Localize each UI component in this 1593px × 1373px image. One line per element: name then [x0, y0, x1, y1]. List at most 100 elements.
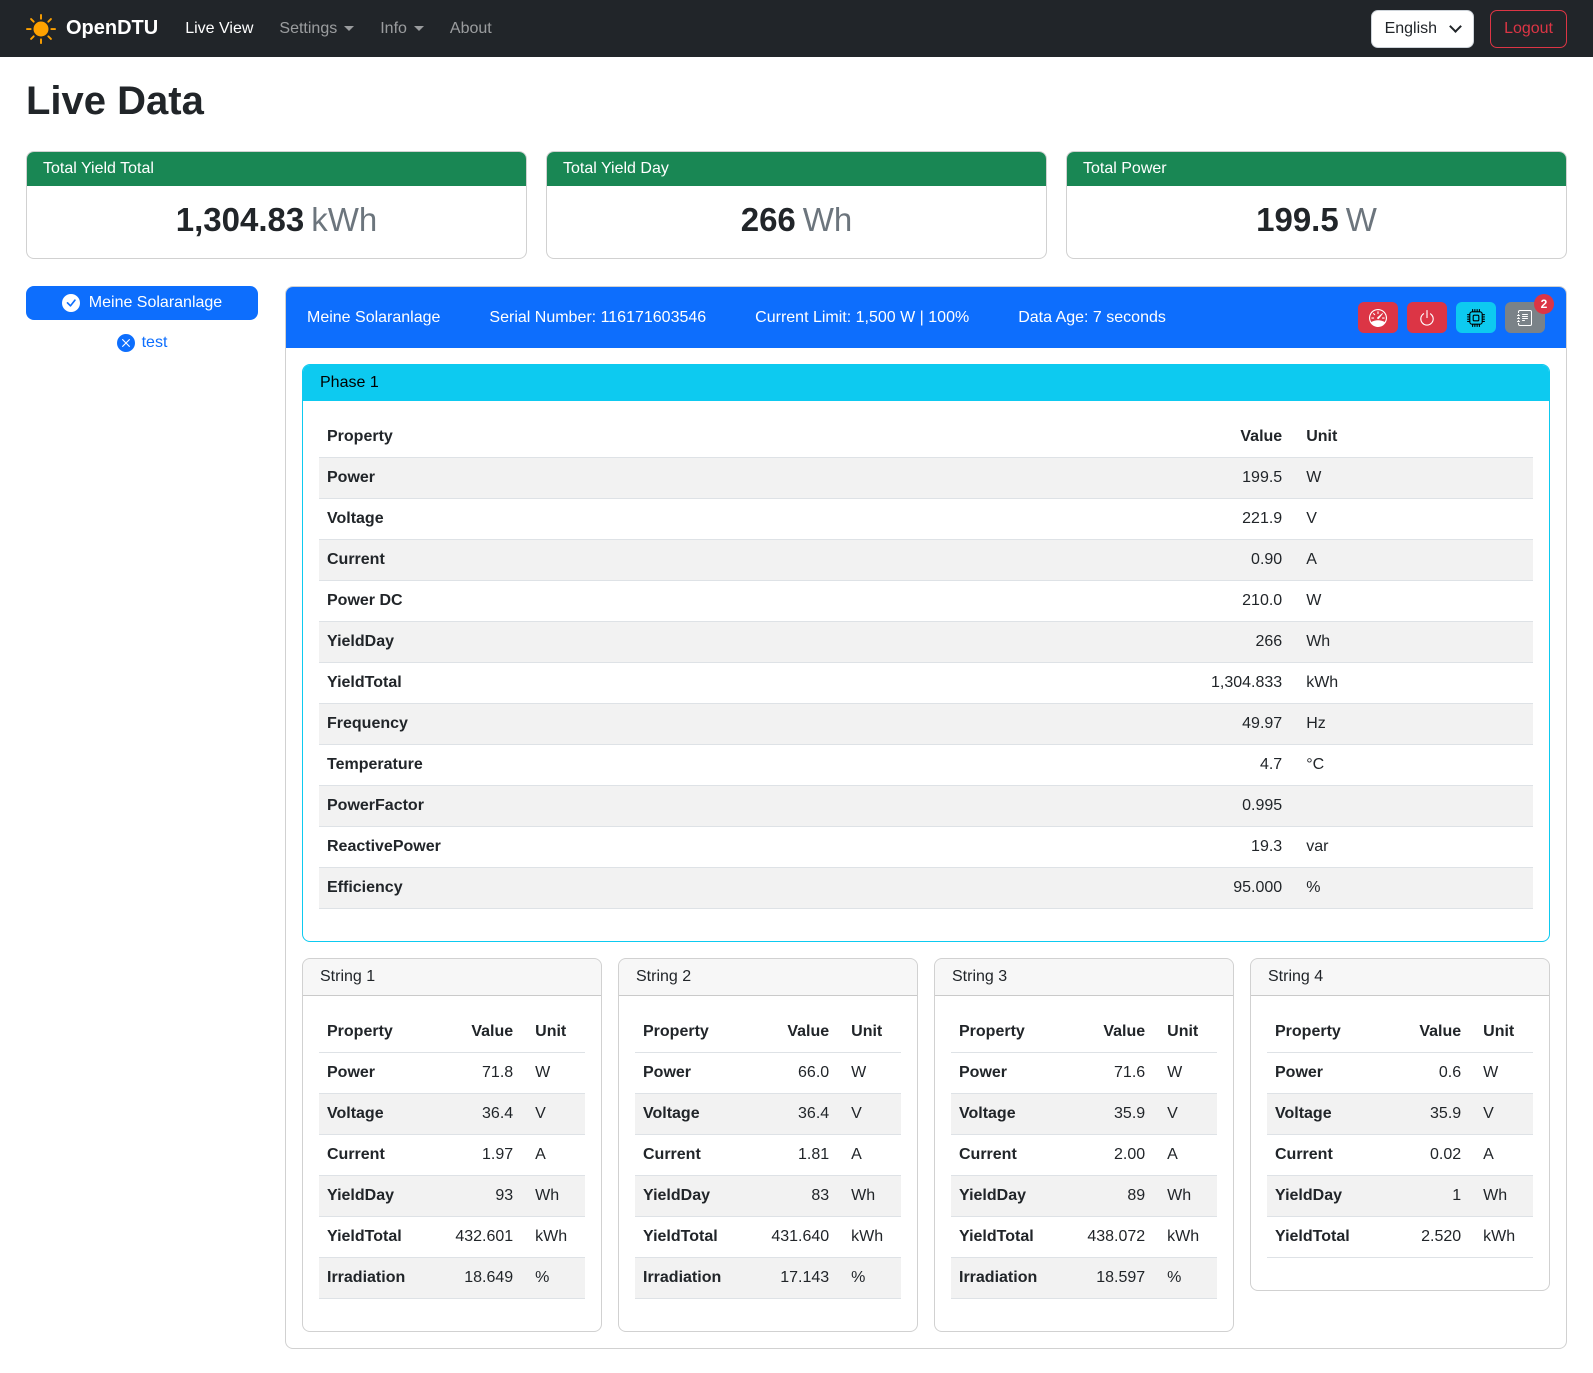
table-header-row: Property Value Unit	[635, 1012, 901, 1053]
table-header-row: Property Value Unit	[951, 1012, 1217, 1053]
table-row: Current 1.97 A	[319, 1135, 585, 1176]
row-property: Irradiation	[635, 1258, 757, 1299]
limit-settings-button[interactable]	[1358, 302, 1398, 333]
table-row: Voltage 36.4 V	[319, 1094, 585, 1135]
table-row: Frequency 49.97 Hz	[319, 704, 1533, 745]
row-unit: V	[1290, 499, 1533, 540]
row-value: 17.143	[757, 1258, 837, 1299]
row-unit: Wh	[1290, 622, 1533, 663]
row-property: Voltage	[319, 499, 1096, 540]
power-button[interactable]	[1407, 302, 1447, 333]
nav-info[interactable]: Info	[367, 12, 437, 46]
summary-unit: kWh	[311, 201, 377, 238]
phase-table: Property Value Unit Power 199.5 W Voltag…	[319, 417, 1533, 909]
row-unit: V	[1153, 1094, 1217, 1135]
logout-button[interactable]: Logout	[1490, 10, 1567, 48]
row-value: 71.8	[441, 1053, 521, 1094]
device-info-button[interactable]	[1456, 302, 1496, 333]
row-unit: kWh	[1153, 1217, 1217, 1258]
language-value: English	[1385, 20, 1437, 38]
string-card: String 1 Property Value Unit Power 71.8 …	[302, 958, 602, 1332]
string-card-title: String 2	[619, 959, 917, 996]
string-table-body: Power 71.8 W Voltage 36.4 V Current 1.97…	[319, 1053, 585, 1299]
table-row: Power DC 210.0 W	[319, 581, 1533, 622]
col-value: Value	[1389, 1012, 1469, 1053]
col-property: Property	[635, 1012, 757, 1053]
table-row: Power 71.6 W	[951, 1053, 1217, 1094]
table-row: YieldDay 93 Wh	[319, 1176, 585, 1217]
row-value: 221.9	[1096, 499, 1290, 540]
col-property: Property	[319, 417, 1096, 458]
navbar-right: English Logout	[1371, 10, 1567, 48]
summary-card-title: Total Yield Total	[27, 152, 526, 186]
row-property: Current	[319, 540, 1096, 581]
string-table-body: Power 66.0 W Voltage 36.4 V Current 1.81…	[635, 1053, 901, 1299]
row-value: 0.995	[1096, 786, 1290, 827]
col-unit: Unit	[837, 1012, 901, 1053]
table-header-row: Property Value Unit	[319, 417, 1533, 458]
row-unit: W	[1290, 458, 1533, 499]
table-row: Current 1.81 A	[635, 1135, 901, 1176]
inverter-name: Meine Solaranlage	[307, 309, 440, 327]
string-card-body: Property Value Unit Power 0.6 W Voltage …	[1251, 996, 1549, 1290]
row-unit: W	[1153, 1053, 1217, 1094]
string-table: Property Value Unit Power 66.0 W Voltage…	[635, 1012, 901, 1299]
row-property: YieldDay	[1267, 1176, 1389, 1217]
row-value: 89	[1073, 1176, 1153, 1217]
table-header-row: Property Value Unit	[1267, 1012, 1533, 1053]
brand[interactable]: OpenDTU	[26, 14, 158, 44]
row-unit: V	[521, 1094, 585, 1135]
table-row: YieldDay 89 Wh	[951, 1176, 1217, 1217]
col-property: Property	[1267, 1012, 1389, 1053]
row-value: 0.02	[1389, 1135, 1469, 1176]
row-unit: A	[1153, 1135, 1217, 1176]
row-value: 1,304.833	[1096, 663, 1290, 704]
nav-about[interactable]: About	[437, 12, 505, 46]
row-property: Current	[951, 1135, 1073, 1176]
event-log-button[interactable]: 2	[1505, 302, 1545, 333]
row-value: 1.81	[757, 1135, 837, 1176]
nav-settings[interactable]: Settings	[266, 12, 367, 46]
sidebar-item-label: Meine Solaranlage	[89, 294, 222, 312]
row-unit: Hz	[1290, 704, 1533, 745]
row-property: Current	[635, 1135, 757, 1176]
summary-value: 199.5	[1256, 201, 1339, 238]
col-value: Value	[1073, 1012, 1153, 1053]
row-value: 0.90	[1096, 540, 1290, 581]
row-property: Power DC	[319, 581, 1096, 622]
row-value: 438.072	[1073, 1217, 1153, 1258]
brand-label: OpenDTU	[66, 17, 158, 40]
sun-icon	[26, 14, 56, 44]
row-unit: W	[1290, 581, 1533, 622]
string-table-body: Power 71.6 W Voltage 35.9 V Current 2.00…	[951, 1053, 1217, 1299]
nav-live-view[interactable]: Live View	[172, 12, 266, 46]
summary-card: Total Power 199.5W	[1066, 151, 1567, 259]
row-value: 18.597	[1073, 1258, 1153, 1299]
row-unit: A	[1290, 540, 1533, 581]
row-value: 2.520	[1389, 1217, 1469, 1258]
table-row: Voltage 36.4 V	[635, 1094, 901, 1135]
string-table-body: Power 0.6 W Voltage 35.9 V Current 0.02 …	[1267, 1053, 1533, 1258]
row-value: 432.601	[441, 1217, 521, 1258]
language-select[interactable]: English	[1371, 10, 1474, 48]
row-property: Voltage	[635, 1094, 757, 1135]
col-unit: Unit	[521, 1012, 585, 1053]
row-value: 93	[441, 1176, 521, 1217]
row-property: YieldTotal	[319, 1217, 441, 1258]
sidebar-item-other-inverter[interactable]: test	[26, 334, 258, 352]
string-card-title: String 4	[1251, 959, 1549, 996]
row-property: YieldDay	[319, 622, 1096, 663]
table-row: Power 71.8 W	[319, 1053, 585, 1094]
row-value: 4.7	[1096, 745, 1290, 786]
table-row: YieldTotal 2.520 kWh	[1267, 1217, 1533, 1258]
string-table: Property Value Unit Power 71.6 W Voltage…	[951, 1012, 1217, 1299]
row-value: 266	[1096, 622, 1290, 663]
summary-card: Total Yield Total 1,304.83kWh	[26, 151, 527, 259]
table-row: YieldDay 266 Wh	[319, 622, 1533, 663]
journal-text-icon	[1517, 310, 1533, 326]
inverter-serial: Serial Number: 116171603546	[489, 309, 706, 327]
row-property: Current	[1267, 1135, 1389, 1176]
sidebar-item-selected-inverter[interactable]: Meine Solaranlage	[26, 286, 258, 320]
row-property: Irradiation	[319, 1258, 441, 1299]
nav-links: Live View Settings Info About	[172, 12, 505, 46]
